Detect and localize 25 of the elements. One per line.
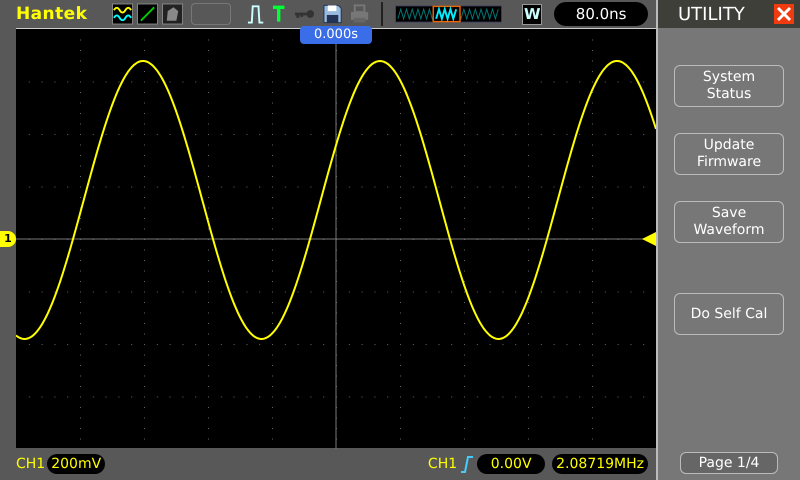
waveform-mode-icon	[112, 3, 133, 25]
channel-label: CH1	[16, 454, 46, 474]
menu-title: UTILITY	[678, 2, 745, 26]
pulse-icon	[247, 3, 264, 25]
trigger-t-icon	[272, 5, 286, 23]
trigger-position-marker: 0.000s	[300, 26, 372, 44]
brand-logo: Hantek	[16, 6, 88, 22]
frequency-readout: 2.08719MHz	[552, 454, 648, 474]
menu-button[interactable]: Do Self Cal	[674, 293, 784, 335]
timebase-value: 80.0ns	[554, 2, 648, 26]
printer-icon	[350, 4, 370, 24]
w-key: W	[522, 4, 542, 24]
memory-depth-icon	[395, 5, 502, 23]
menu-button[interactable]: System Status	[674, 65, 784, 107]
menu-button[interactable]: Update Firmware	[674, 133, 784, 175]
page-button[interactable]: Page 1/4	[680, 452, 778, 474]
rising-edge-icon	[461, 455, 474, 473]
trigger-level-marker-icon	[642, 232, 656, 246]
trigger-level: 0.00V	[477, 454, 546, 474]
channel-marker: 1	[0, 231, 16, 247]
volts-per-div: 200mV	[47, 454, 106, 474]
close-icon[interactable]	[774, 4, 794, 24]
trigger-source: CH1	[428, 454, 458, 474]
menu-button[interactable]: Save Waveform	[674, 201, 784, 243]
key-icon	[294, 8, 315, 20]
